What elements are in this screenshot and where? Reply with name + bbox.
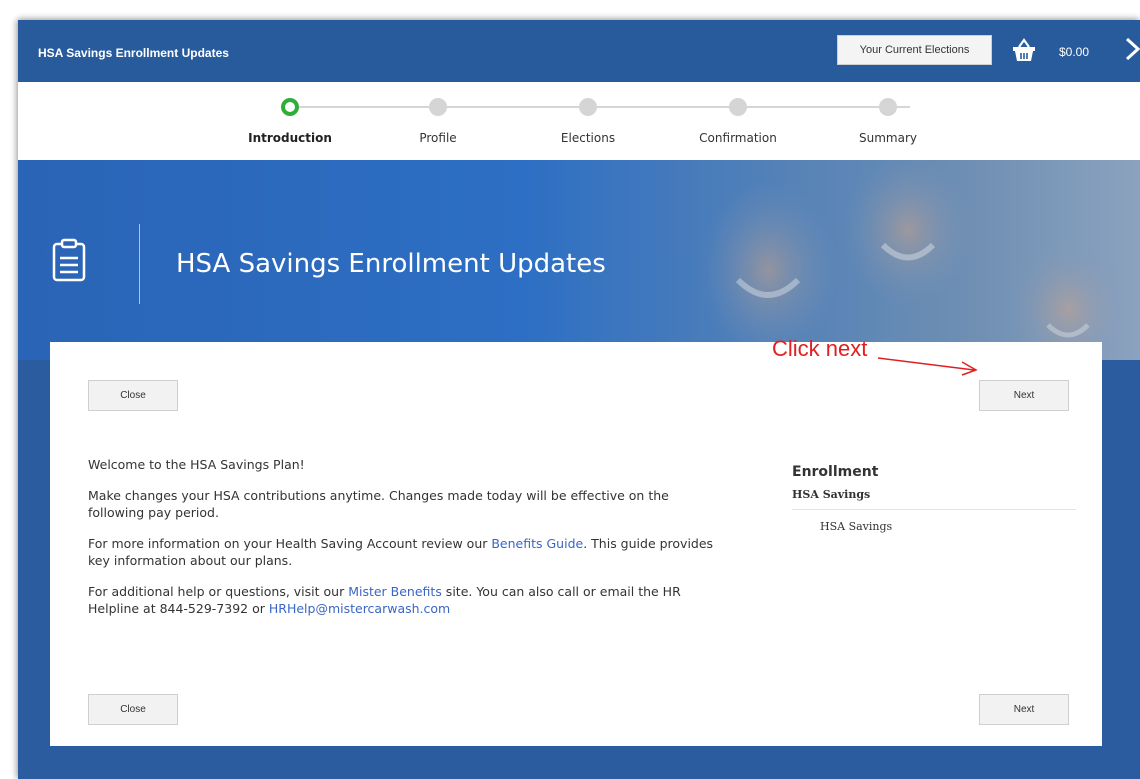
clipboard-icon (52, 238, 86, 282)
enrollment-group: HSA Savings (792, 488, 1076, 510)
progress-stepper: Introduction Profile Elections Confirmat… (18, 82, 1140, 160)
enrollment-heading: Enrollment (792, 464, 879, 480)
welcome-text: Welcome to the HSA Savings Plan! (88, 457, 305, 472)
benefits-guide-text: For more information on your Health Savi… (88, 536, 492, 551)
cart-total: $0.00 (1059, 45, 1090, 59)
intro-text: Welcome to the HSA Savings Plan! Make ch… (88, 456, 728, 631)
close-button-top[interactable]: Close (88, 380, 178, 411)
click-next-annotation: Click next (772, 336, 868, 361)
enrollment-window: HSA Savings Enrollment Updates Your Curr… (18, 20, 1140, 779)
hero-divider (139, 224, 140, 304)
benefits-guide-link[interactable]: Benefits Guide (491, 536, 583, 551)
annotation-arrow-icon (877, 357, 978, 376)
close-chevron-icon[interactable] (1122, 34, 1140, 64)
step-confirmation[interactable]: Confirmation (699, 131, 777, 145)
mister-benefits-link[interactable]: Mister Benefits (348, 584, 442, 599)
close-button-bottom[interactable]: Close (88, 694, 178, 725)
help-text: For additional help or questions, visit … (88, 584, 349, 599)
stepper-track (290, 106, 910, 108)
step-summary-indicator (879, 98, 897, 116)
step-elections[interactable]: Elections (561, 131, 615, 145)
step-profile[interactable]: Profile (419, 131, 456, 145)
hero-title: HSA Savings Enrollment Updates (176, 249, 606, 279)
help-info: For additional help or questions, visit … (88, 583, 728, 617)
content-card: Click next Close Next Welcome to the HSA… (50, 336, 1102, 746)
step-introduction[interactable]: Introduction (248, 131, 332, 145)
step-confirmation-indicator (729, 98, 747, 116)
shopping-basket-icon[interactable] (1010, 36, 1038, 64)
step-elections-indicator (579, 98, 597, 116)
step-summary[interactable]: Summary (859, 131, 917, 145)
contribution-info: Make changes your HSA contributions anyt… (88, 488, 669, 520)
current-elections-button[interactable]: Your Current Elections (837, 35, 992, 65)
hero-banner: HSA Savings Enrollment Updates (18, 160, 1140, 360)
next-button-top[interactable]: Next (979, 380, 1069, 411)
next-button-bottom[interactable]: Next (979, 694, 1069, 725)
hr-email-link[interactable]: HRHelp@mistercarwash.com (269, 601, 450, 616)
family-photo (698, 160, 1128, 360)
enrollment-item-hsa-savings[interactable]: HSA Savings (792, 520, 1076, 533)
top-bar: HSA Savings Enrollment Updates Your Curr… (18, 20, 1140, 82)
enrollment-sidebar: Enrollment HSA Savings HSA Savings (792, 464, 1076, 533)
benefits-guide-info: For more information on your Health Savi… (88, 535, 728, 569)
app-title: HSA Savings Enrollment Updates (38, 46, 229, 60)
step-profile-indicator (429, 98, 447, 116)
step-introduction-indicator (281, 98, 299, 116)
